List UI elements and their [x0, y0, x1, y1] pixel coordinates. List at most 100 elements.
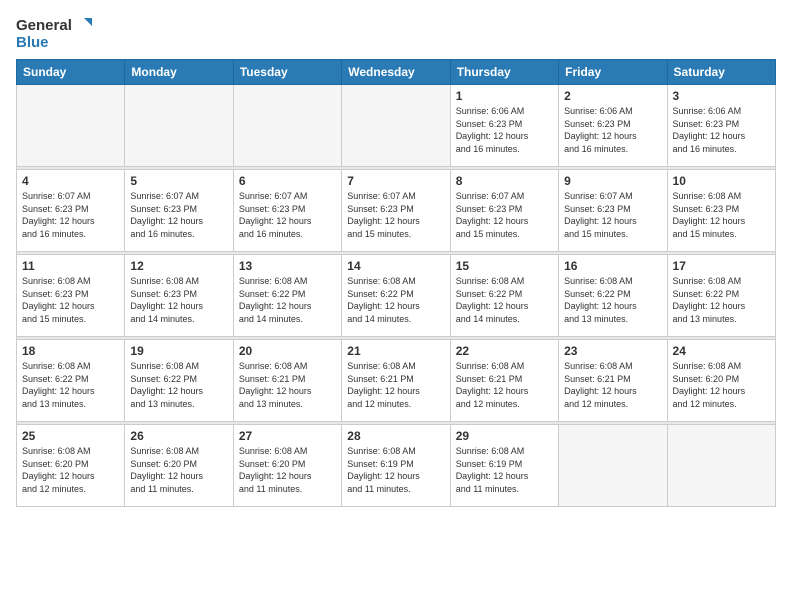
calendar-cell: 28 Sunrise: 6:08 AM Sunset: 6:19 PM Dayli…	[342, 425, 450, 507]
day-number: 22	[456, 344, 553, 358]
calendar-cell: 26 Sunrise: 6:08 AM Sunset: 6:20 PM Dayli…	[125, 425, 233, 507]
calendar-cell: 6 Sunrise: 6:07 AM Sunset: 6:23 PM Daylig…	[233, 170, 341, 252]
day-info: Sunrise: 6:08 AM Sunset: 6:23 PM Dayligh…	[22, 275, 119, 325]
calendar-cell	[125, 85, 233, 167]
day-number: 21	[347, 344, 444, 358]
day-number: 1	[456, 89, 553, 103]
calendar-cell: 7 Sunrise: 6:07 AM Sunset: 6:23 PM Daylig…	[342, 170, 450, 252]
logo: General Blue	[16, 16, 92, 51]
day-number: 26	[130, 429, 227, 443]
calendar-cell: 5Sunrise: 6:07 AM Sunset: 6:23 PM Daylig…	[125, 170, 233, 252]
calendar-cell: 14 Sunrise: 6:08 AM Sunset: 6:22 PM Dayli…	[342, 255, 450, 337]
calendar-cell: 22 Sunrise: 6:08 AM Sunset: 6:21 PM Dayli…	[450, 340, 558, 422]
day-number: 10	[673, 174, 770, 188]
calendar-cell: 17Sunrise: 6:08 AM Sunset: 6:22 PM Dayli…	[667, 255, 775, 337]
day-info: Sunrise: 6:07 AM Sunset: 6:23 PM Dayligh…	[564, 190, 661, 240]
day-number: 16	[564, 259, 661, 273]
day-info: Sunrise: 6:08 AM Sunset: 6:22 PM Dayligh…	[673, 275, 770, 325]
day-number: 23	[564, 344, 661, 358]
calendar-cell: 21 Sunrise: 6:08 AM Sunset: 6:21 PM Dayli…	[342, 340, 450, 422]
day-info: Sunrise: 6:08 AM Sunset: 6:23 PM Dayligh…	[130, 275, 227, 325]
calendar-cell: 19 Sunrise: 6:08 AM Sunset: 6:22 PM Dayli…	[125, 340, 233, 422]
day-number: 9	[564, 174, 661, 188]
day-info: Sunrise: 6:06 AM Sunset: 6:23 PM Dayligh…	[564, 105, 661, 155]
calendar-cell: 18 Sunrise: 6:08 AM Sunset: 6:22 PM Dayli…	[17, 340, 125, 422]
calendar-cell: 1 Sunrise: 6:06 AM Sunset: 6:23 PM Daylig…	[450, 85, 558, 167]
weekday-header: Saturday	[667, 60, 775, 85]
weekday-header: Sunday	[17, 60, 125, 85]
calendar-table: SundayMondayTuesdayWednesdayThursdayFrid…	[16, 59, 776, 507]
day-info: Sunrise: 6:08 AM Sunset: 6:20 PM Dayligh…	[130, 445, 227, 495]
calendar-cell: 29Sunrise: 6:08 AM Sunset: 6:19 PM Dayli…	[450, 425, 558, 507]
weekday-header: Thursday	[450, 60, 558, 85]
day-info: Sunrise: 6:08 AM Sunset: 6:22 PM Dayligh…	[130, 360, 227, 410]
day-info: Sunrise: 6:07 AM Sunset: 6:23 PM Dayligh…	[130, 190, 227, 240]
calendar-cell: 10 Sunrise: 6:08 AM Sunset: 6:23 PM Dayli…	[667, 170, 775, 252]
day-number: 15	[456, 259, 553, 273]
weekday-header: Tuesday	[233, 60, 341, 85]
day-info: Sunrise: 6:08 AM Sunset: 6:21 PM Dayligh…	[239, 360, 336, 410]
day-info: Sunrise: 6:08 AM Sunset: 6:21 PM Dayligh…	[347, 360, 444, 410]
calendar-cell: 24 Sunrise: 6:08 AM Sunset: 6:20 PM Dayli…	[667, 340, 775, 422]
calendar-cell: 15 Sunrise: 6:08 AM Sunset: 6:22 PM Dayli…	[450, 255, 558, 337]
calendar-cell	[342, 85, 450, 167]
day-number: 14	[347, 259, 444, 273]
day-info: Sunrise: 6:07 AM Sunset: 6:23 PM Dayligh…	[22, 190, 119, 240]
calendar-cell: 8 Sunrise: 6:07 AM Sunset: 6:23 PM Daylig…	[450, 170, 558, 252]
day-info: Sunrise: 6:06 AM Sunset: 6:23 PM Dayligh…	[456, 105, 553, 155]
calendar-cell: 25 Sunrise: 6:08 AM Sunset: 6:20 PM Dayli…	[17, 425, 125, 507]
calendar-cell: 23 Sunrise: 6:08 AM Sunset: 6:21 PM Dayli…	[559, 340, 667, 422]
day-info: Sunrise: 6:08 AM Sunset: 6:22 PM Dayligh…	[239, 275, 336, 325]
logo-blue: Blue	[16, 34, 49, 51]
weekday-header-row: SundayMondayTuesdayWednesdayThursdayFrid…	[17, 60, 776, 85]
day-info: Sunrise: 6:08 AM Sunset: 6:22 PM Dayligh…	[22, 360, 119, 410]
day-info: Sunrise: 6:08 AM Sunset: 6:20 PM Dayligh…	[673, 360, 770, 410]
day-number: 18	[22, 344, 119, 358]
day-number: 27	[239, 429, 336, 443]
day-number: 19	[130, 344, 227, 358]
calendar-week-row: 4 Sunrise: 6:07 AM Sunset: 6:23 PM Daylig…	[17, 170, 776, 252]
day-number: 6	[239, 174, 336, 188]
calendar-cell: 4 Sunrise: 6:07 AM Sunset: 6:23 PM Daylig…	[17, 170, 125, 252]
day-info: Sunrise: 6:08 AM Sunset: 6:23 PM Dayligh…	[673, 190, 770, 240]
day-info: Sunrise: 6:08 AM Sunset: 6:22 PM Dayligh…	[564, 275, 661, 325]
calendar-week-row: 11 Sunrise: 6:08 AM Sunset: 6:23 PM Dayli…	[17, 255, 776, 337]
day-info: Sunrise: 6:07 AM Sunset: 6:23 PM Dayligh…	[347, 190, 444, 240]
calendar-cell: 11 Sunrise: 6:08 AM Sunset: 6:23 PM Dayli…	[17, 255, 125, 337]
calendar-week-row: 25 Sunrise: 6:08 AM Sunset: 6:20 PM Dayli…	[17, 425, 776, 507]
header: General Blue	[16, 16, 776, 51]
day-info: Sunrise: 6:08 AM Sunset: 6:22 PM Dayligh…	[456, 275, 553, 325]
calendar-cell: 20 Sunrise: 6:08 AM Sunset: 6:21 PM Dayli…	[233, 340, 341, 422]
day-number: 24	[673, 344, 770, 358]
day-number: 25	[22, 429, 119, 443]
day-number: 4	[22, 174, 119, 188]
day-number: 2	[564, 89, 661, 103]
day-info: Sunrise: 6:07 AM Sunset: 6:23 PM Dayligh…	[239, 190, 336, 240]
day-number: 28	[347, 429, 444, 443]
day-info: Sunrise: 6:08 AM Sunset: 6:22 PM Dayligh…	[347, 275, 444, 325]
day-info: Sunrise: 6:08 AM Sunset: 6:20 PM Dayligh…	[22, 445, 119, 495]
day-info: Sunrise: 6:08 AM Sunset: 6:21 PM Dayligh…	[456, 360, 553, 410]
day-number: 29	[456, 429, 553, 443]
day-info: Sunrise: 6:08 AM Sunset: 6:20 PM Dayligh…	[239, 445, 336, 495]
calendar-cell	[667, 425, 775, 507]
calendar-cell: 13 Sunrise: 6:08 AM Sunset: 6:22 PM Dayli…	[233, 255, 341, 337]
calendar-cell: 16 Sunrise: 6:08 AM Sunset: 6:22 PM Dayli…	[559, 255, 667, 337]
calendar-week-row: 18 Sunrise: 6:08 AM Sunset: 6:22 PM Dayli…	[17, 340, 776, 422]
calendar-cell: 9 Sunrise: 6:07 AM Sunset: 6:23 PM Daylig…	[559, 170, 667, 252]
day-info: Sunrise: 6:08 AM Sunset: 6:21 PM Dayligh…	[564, 360, 661, 410]
page: General Blue SundayMondayTuesdayWednesda…	[0, 0, 792, 612]
day-number: 20	[239, 344, 336, 358]
day-number: 7	[347, 174, 444, 188]
weekday-header: Friday	[559, 60, 667, 85]
day-number: 13	[239, 259, 336, 273]
day-info: Sunrise: 6:07 AM Sunset: 6:23 PM Dayligh…	[456, 190, 553, 240]
day-number: 8	[456, 174, 553, 188]
weekday-header: Monday	[125, 60, 233, 85]
day-number: 11	[22, 259, 119, 273]
calendar-cell	[17, 85, 125, 167]
day-number: 3	[673, 89, 770, 103]
day-info: Sunrise: 6:08 AM Sunset: 6:19 PM Dayligh…	[347, 445, 444, 495]
day-number: 12	[130, 259, 227, 273]
logo-bird-icon	[74, 16, 92, 34]
